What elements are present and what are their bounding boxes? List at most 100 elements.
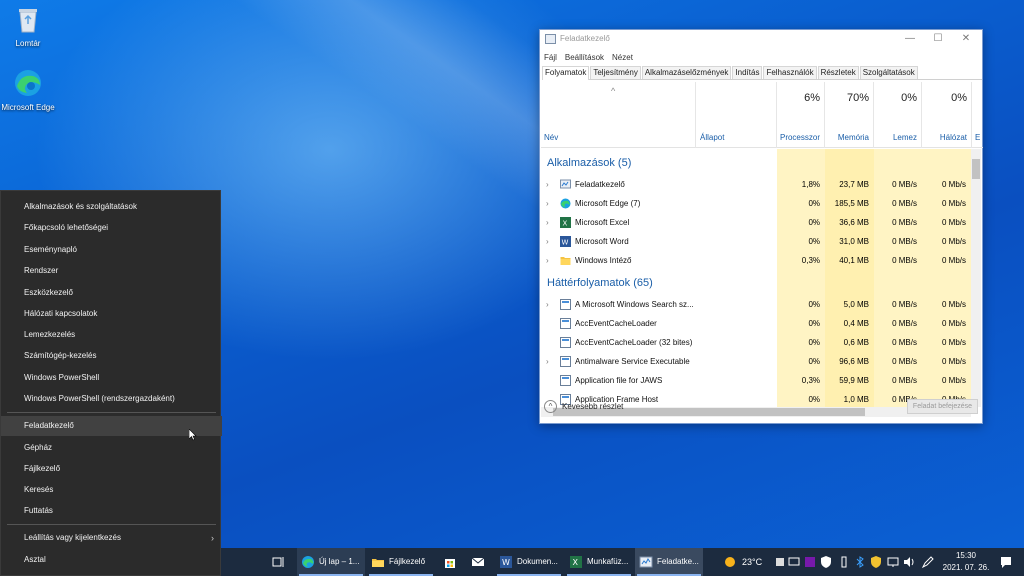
expand-chevron-icon[interactable]: › [546, 175, 549, 194]
shield-icon[interactable] [869, 555, 883, 569]
taskbar-button-file-explorer[interactable]: Fájlkezelő [367, 548, 435, 576]
desktop-icon-recycle-bin[interactable]: Lomtár [0, 4, 56, 49]
memory-value: 0,4 MB [843, 319, 869, 328]
menu-item-shutdown-signout[interactable]: Leállítás vagy kijelentkezés › [1, 528, 222, 548]
clock[interactable]: 15:30 2021. 07. 26. [937, 548, 995, 576]
menu-item-apps-features[interactable]: Alkalmazások és szolgáltatások [1, 197, 222, 217]
menu-item-file-explorer[interactable]: Fájlkezelő [1, 459, 222, 479]
tab-performance[interactable]: Teljesítmény [590, 66, 641, 79]
group-header-apps[interactable]: Alkalmazások (5) [547, 157, 631, 169]
menu-item-label: Hálózati kapcsolatok [24, 309, 98, 318]
tray-app-icon[interactable] [773, 555, 787, 569]
menu-item-event-viewer[interactable]: Eseménynapló [1, 240, 222, 260]
tab-processes[interactable]: Folyamatok [542, 66, 590, 80]
menu-view[interactable]: Nézet [612, 53, 633, 62]
taskbar-button-task-manager[interactable]: Feladatke... [635, 548, 703, 576]
column-header-disk[interactable]: 0% Lemez [874, 82, 922, 148]
column-header-network[interactable]: 0% Hálózat [922, 82, 972, 148]
excel-icon: X [570, 556, 582, 568]
title-bar[interactable]: Feladatkezelő — ☐ ✕ [540, 30, 982, 49]
tab-startup[interactable]: Indítás [732, 66, 763, 79]
app-process-row[interactable]: › Microsoft Edge (7) 0% 185,5 MB 0 MB/s 0 Mb/… [541, 194, 971, 213]
end-task-button[interactable]: Feladat befejezése [907, 399, 978, 414]
menu-file[interactable]: Fájl [544, 53, 557, 62]
store-icon[interactable] [443, 555, 457, 569]
expand-chevron-icon[interactable]: › [546, 251, 549, 270]
usb-icon[interactable] [837, 555, 851, 569]
taskbar-button-edge[interactable]: Új lap – 1... [297, 548, 365, 576]
notification-center-icon[interactable] [999, 555, 1013, 569]
tab-services[interactable]: Szolgáltatások [859, 66, 918, 79]
close-button[interactable]: ✕ [952, 32, 980, 47]
app-process-row[interactable]: › Windows Intéző 0,3% 40,1 MB 0 MB/s 0 Mb/s [541, 251, 971, 270]
menu-item-disk-management[interactable]: Lemezkezelés [1, 325, 222, 345]
network-value: 0 Mb/s [941, 218, 966, 227]
security-icon[interactable] [819, 555, 833, 569]
column-label: Lemez [892, 133, 917, 142]
expand-chevron-icon[interactable]: › [546, 352, 549, 371]
taskbar-button-excel[interactable]: X Munkafüz... [565, 548, 633, 576]
fewer-details-button[interactable]: ^ Kevesebb részlet [544, 399, 664, 415]
menu-item-computer-management[interactable]: Számítógép-kezelés [1, 346, 222, 366]
background-process-row[interactable]: AccEventCacheLoader 0% 0,4 MB 0 MB/s 0 Mb/s [541, 314, 971, 333]
menu-item-system[interactable]: Rendszer [1, 261, 222, 281]
bluetooth-icon[interactable] [853, 555, 867, 569]
svg-text:X: X [563, 220, 568, 228]
cpu-value: 0% [808, 357, 820, 366]
menu-item-settings[interactable]: Gépház [1, 438, 222, 458]
display-icon[interactable] [787, 555, 801, 569]
menu-item-run[interactable]: Futtatás [1, 501, 222, 521]
column-header-row: ^ Név Állapot 6% Processzor 70% Memória … [541, 82, 983, 148]
pen-icon[interactable] [921, 555, 935, 569]
app-process-row[interactable]: › X Microsoft Excel 0% 36,6 MB 0 MB/s 0 Mb/s [541, 213, 971, 232]
tab-details[interactable]: Részletek [817, 66, 859, 79]
app-process-row[interactable]: › W Microsoft Word 0% 31,0 MB 0 MB/s 0 Mb/s [541, 232, 971, 251]
menu-item-label: Keresés [24, 485, 54, 494]
background-process-row[interactable]: AccEventCacheLoader (32 bites) 0% 0,6 MB 0 … [541, 333, 971, 352]
column-label: Hálózat [939, 133, 967, 142]
background-process-row[interactable]: › Antimalware Service Executable 0% 96,6 MB… [541, 352, 971, 371]
window-title: Feladatkezelő [560, 34, 610, 43]
background-process-row[interactable]: › A Microsoft Windows Search sz... 0% 5,0 M… [541, 295, 971, 314]
column-header-name[interactable]: ^ Név [541, 82, 696, 148]
taskbar-button-word[interactable]: W Dokumen... [495, 548, 563, 576]
volume-icon[interactable] [902, 555, 916, 569]
mail-icon[interactable] [471, 555, 485, 569]
expand-chevron-icon[interactable]: › [546, 194, 549, 213]
maximize-button[interactable]: ☐ [924, 32, 952, 47]
menu-item-search[interactable]: Keresés [1, 480, 222, 500]
column-header-status[interactable]: Állapot [696, 82, 777, 148]
scrollbar-thumb[interactable] [972, 159, 980, 179]
menu-item-powershell-admin[interactable]: Windows PowerShell (rendszergazdaként) [1, 389, 222, 409]
group-header-background[interactable]: Háttérfolyamatok (65) [547, 277, 653, 289]
menu-item-device-manager[interactable]: Eszközkezelő [1, 283, 222, 303]
app-process-row[interactable]: › Feladatkezelő 1,8% 23,7 MB 0 MB/s 0 Mb/s [541, 175, 971, 194]
network-icon[interactable] [886, 555, 900, 569]
menu-options[interactable]: Beállítások [565, 53, 604, 62]
column-header-cpu[interactable]: 6% Processzor [777, 82, 825, 148]
tab-app-history[interactable]: Alkalmazáselőzmények [641, 66, 732, 79]
menu-item-powershell[interactable]: Windows PowerShell [1, 368, 222, 388]
column-header-extra[interactable]: E [972, 82, 983, 148]
minimize-button[interactable]: — [896, 32, 924, 47]
vertical-scrollbar[interactable] [971, 149, 981, 407]
taskbar: Új lap – 1... Fájlkezelő W Dokumen... X … [221, 548, 1024, 576]
tab-users[interactable]: Felhasználók [763, 66, 817, 79]
process-name: Application file for JAWS [575, 376, 663, 385]
expand-chevron-icon[interactable]: › [546, 213, 549, 232]
disk-value: 0 MB/s [892, 376, 917, 385]
desktop-icon-edge[interactable]: Microsoft Edge [0, 68, 56, 113]
background-process-row[interactable]: Application file for JAWS 0,3% 59,9 MB 0 MB… [541, 371, 971, 390]
task-view-icon[interactable] [271, 555, 285, 569]
cpu-value: 0,3% [801, 376, 820, 385]
weather-widget[interactable]: 23°C [723, 548, 773, 576]
expand-chevron-icon[interactable]: › [546, 232, 549, 251]
onenote-icon[interactable] [803, 555, 817, 569]
menu-item-desktop[interactable]: Asztal [1, 550, 222, 570]
clock-time: 15:30 [955, 551, 977, 560]
memory-value: 5,0 MB [843, 300, 869, 309]
menu-item-power-options[interactable]: Főkapcsoló lehetőségei [1, 218, 222, 238]
menu-item-network-connections[interactable]: Hálózati kapcsolatok [1, 304, 222, 324]
expand-chevron-icon[interactable]: › [546, 295, 549, 314]
column-header-memory[interactable]: 70% Memória [825, 82, 874, 148]
